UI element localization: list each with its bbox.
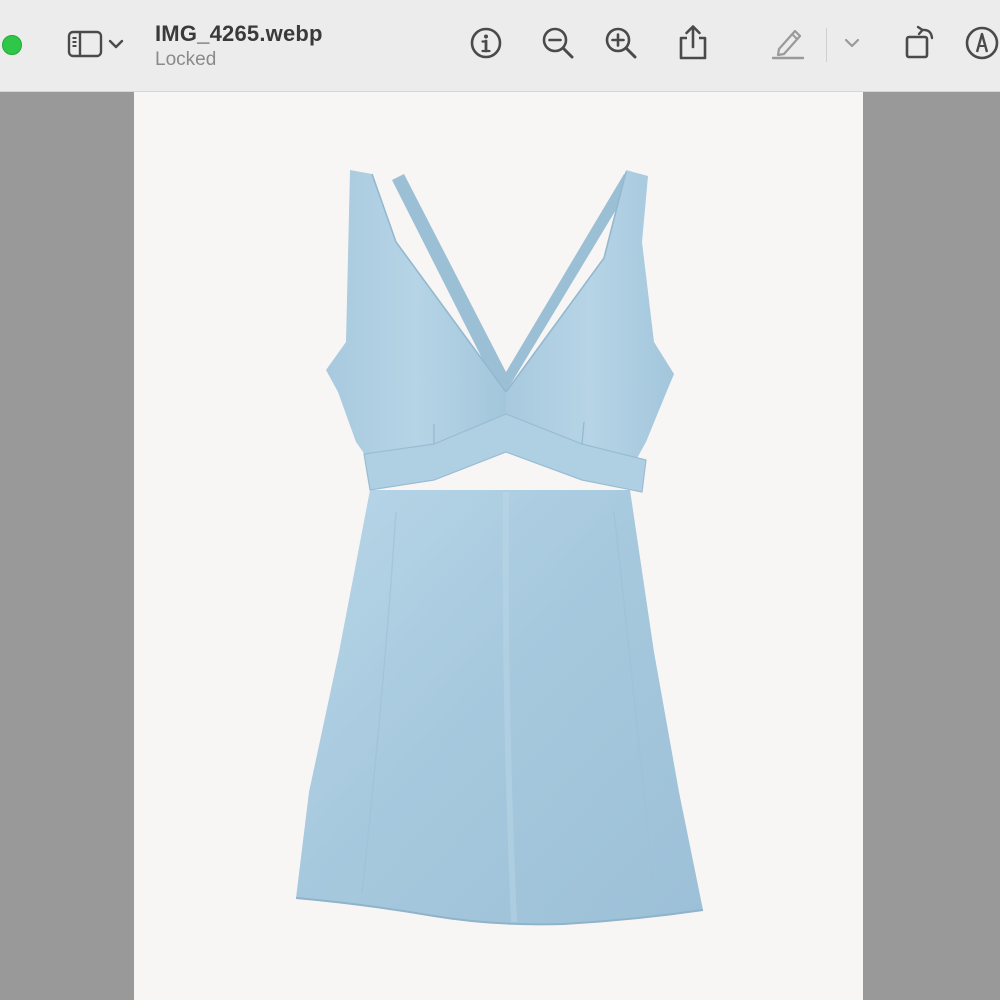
image-viewer[interactable] xyxy=(0,92,1000,1000)
zoom-window-button[interactable] xyxy=(2,35,22,55)
image-canvas xyxy=(134,92,863,1000)
rotate-button[interactable] xyxy=(900,24,940,66)
dress-image xyxy=(295,170,704,926)
zoom-out-button[interactable] xyxy=(538,24,578,66)
sidebar-icon xyxy=(66,29,104,64)
share-icon xyxy=(676,24,710,67)
preview-window: IMG_4265.webp Locked xyxy=(0,0,1000,1000)
chevron-down-icon xyxy=(108,37,124,55)
toolbar: IMG_4265.webp Locked xyxy=(0,0,1000,92)
rotate-icon xyxy=(901,24,939,67)
title-block: IMG_4265.webp Locked xyxy=(155,20,415,72)
highlight-button[interactable] xyxy=(768,24,808,66)
info-icon xyxy=(469,26,503,65)
highlight-menu-button[interactable] xyxy=(832,24,872,66)
sidebar-toggle-button[interactable] xyxy=(66,26,134,66)
zoom-in-icon xyxy=(603,25,639,66)
zoom-in-button[interactable] xyxy=(601,24,641,66)
pen-icon xyxy=(769,25,807,66)
zoom-out-icon xyxy=(540,25,576,66)
chevron-down-icon xyxy=(844,36,860,54)
markup-button[interactable] xyxy=(962,24,1000,66)
markup-icon xyxy=(963,24,1000,67)
lock-status: Locked xyxy=(155,49,217,70)
info-button[interactable] xyxy=(466,24,506,66)
dress-bodice-right xyxy=(506,170,674,464)
toolbar-separator xyxy=(826,28,827,62)
window-title: IMG_4265.webp xyxy=(155,21,323,46)
dress-skirt xyxy=(296,490,703,925)
share-button[interactable] xyxy=(673,24,713,66)
